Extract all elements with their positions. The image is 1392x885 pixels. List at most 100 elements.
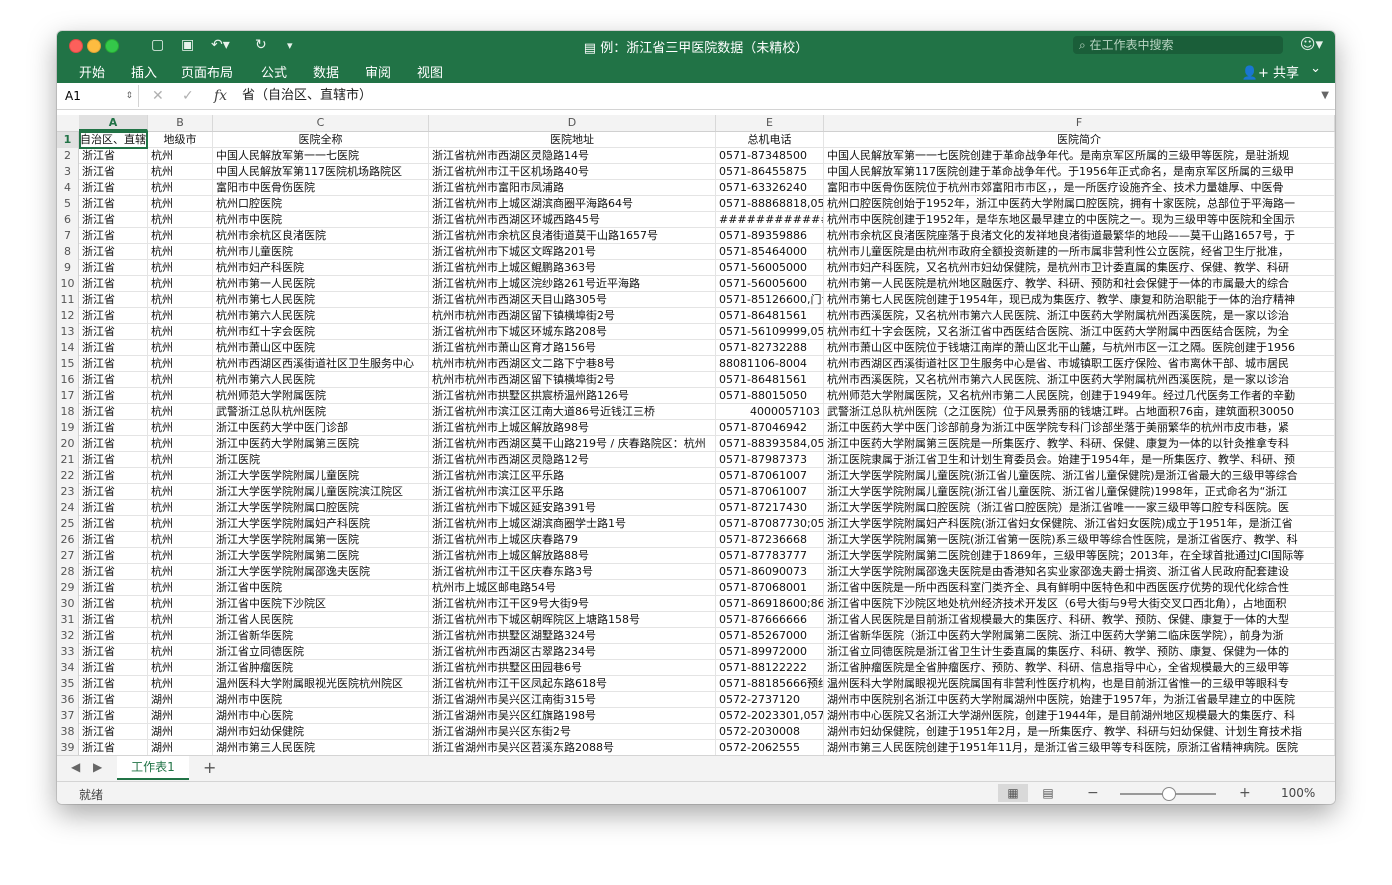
row-number[interactable]: 7 (57, 228, 79, 244)
table-cell[interactable]: 杭州 (148, 388, 213, 403)
table-cell[interactable]: 浙江省 (79, 628, 148, 643)
table-cell[interactable]: 杭州市第六人民医院 (213, 308, 429, 323)
table-cell[interactable]: 杭州市杭州市西湖区文二路下宁巷8号 (429, 356, 716, 371)
row-number[interactable]: 11 (57, 292, 79, 308)
table-cell[interactable]: 0571-87068001 (716, 580, 824, 595)
normal-view-icon[interactable]: ▦ (998, 784, 1028, 802)
table-cell[interactable]: 浙江省湖州市吴兴区江南街315号 (429, 692, 716, 707)
row-number[interactable]: 16 (57, 372, 79, 388)
table-cell[interactable]: 0571-87217430 (716, 500, 824, 515)
table-cell[interactable]: 杭州 (148, 420, 213, 435)
table-cell[interactable]: 杭州市萧山区中医院位于钱塘江南岸的萧山区北干山麓，与杭州市区一江之隔。医院创建于… (824, 340, 1335, 355)
table-cell[interactable]: 湖州市妇幼保健院 (213, 724, 429, 739)
table-cell[interactable]: 温州医科大学附属眼视光医院属国有非营利性医疗机构，也是目前浙江省惟一的三级甲等眼… (824, 676, 1335, 691)
table-cell[interactable]: 浙江省 (79, 548, 148, 563)
table-cell[interactable]: 杭州 (148, 532, 213, 547)
table-cell[interactable]: 浙江省杭州市拱墅区拱宸桥温州路126号 (429, 388, 716, 403)
name-box[interactable]: A1 ⇕ (57, 85, 139, 107)
table-cell[interactable]: 湖州市妇幼保健院，创建于1951年2月，是一所集医疗、教学、科研与妇幼保健、计划… (824, 724, 1335, 739)
row-number[interactable]: 20 (57, 436, 79, 452)
table-cell[interactable]: 0571-89972000 (716, 644, 824, 659)
row-number[interactable]: 33 (57, 644, 79, 660)
table-cell[interactable]: 0571-88868818,057 (716, 196, 824, 211)
table-cell[interactable]: 杭州市西溪医院，又名杭州市第六人民医院、浙江中医药大学附属杭州西溪医院，是一家以… (824, 372, 1335, 387)
table-cell[interactable]: 浙江省 (79, 164, 148, 179)
row-number[interactable]: 1 (57, 132, 79, 148)
zoom-out-icon[interactable]: − (1087, 785, 1099, 801)
table-cell[interactable]: 浙江省杭州市滨江区江南大道86号近钱江三桥 (429, 404, 716, 419)
share-button[interactable]: 👤+ 共享 (1242, 62, 1299, 81)
table-cell[interactable]: 杭州师范大学附属医院，又名杭州市第二人民医院，创建于1949年。经过几代医务工作… (824, 388, 1335, 403)
zoom-slider-thumb[interactable] (1162, 787, 1176, 801)
table-cell[interactable]: 浙江省 (79, 708, 148, 723)
table-cell[interactable]: 浙江大学医学院附属口腔医院 (213, 500, 429, 515)
table-cell[interactable]: 浙江省杭州市萧山区育才路156号 (429, 340, 716, 355)
table-cell[interactable]: 浙江省 (79, 612, 148, 627)
table-cell[interactable]: 湖州市中医院别名浙江中医药大学附属湖州中医院，始建于1957年，为浙江省最早建立… (824, 692, 1335, 707)
table-cell[interactable]: 浙江省 (79, 500, 148, 515)
row-number[interactable]: 19 (57, 420, 79, 436)
table-cell[interactable]: 88081106-8004 (716, 356, 824, 371)
table-cell[interactable]: 浙江中医药大学中医门诊部 (213, 420, 429, 435)
table-cell[interactable]: 浙江省 (79, 308, 148, 323)
row-number[interactable]: 4 (57, 180, 79, 196)
tab-page-layout[interactable]: 页面布局 (181, 62, 233, 81)
table-cell[interactable]: 富阳市中医骨伤医院 (213, 180, 429, 195)
table-cell[interactable]: 浙江省 (79, 660, 148, 675)
table-cell[interactable]: 浙江省 (79, 596, 148, 611)
table-cell[interactable]: 浙江大学医学院附属第二医院 (213, 548, 429, 563)
row-number[interactable]: 38 (57, 724, 79, 740)
table-cell[interactable]: 0571-86455875 (716, 164, 824, 179)
table-cell[interactable]: 武警浙江总队杭州医院 (213, 404, 429, 419)
table-cell[interactable]: 武警浙江总队杭州医院（之江医院）位于风景秀丽的钱塘江畔。占地面积76亩，建筑面积… (824, 404, 1335, 419)
row-number[interactable]: 24 (57, 500, 79, 516)
table-cell[interactable]: 浙江省 (79, 484, 148, 499)
table-cell[interactable]: 杭州 (148, 164, 213, 179)
table-cell[interactable]: 浙江省杭州市滨江区平乐路 (429, 468, 716, 483)
previous-sheet-icon[interactable]: ◀ (71, 760, 80, 774)
table-cell[interactable]: 浙江省人民医院 (213, 612, 429, 627)
table-cell[interactable]: 杭州 (148, 228, 213, 243)
table-cell[interactable]: 温州医科大学附属眼视光医院杭州院区 (213, 676, 429, 691)
table-cell[interactable]: 杭州 (148, 644, 213, 659)
table-cell[interactable]: 0571-87061007 (716, 484, 824, 499)
table-cell[interactable]: 浙江省 (79, 468, 148, 483)
row-number[interactable]: 21 (57, 452, 79, 468)
table-cell[interactable]: 浙江省 (79, 452, 148, 467)
table-cell[interactable]: 杭州 (148, 372, 213, 387)
table-cell[interactable]: 杭州 (148, 548, 213, 563)
table-cell[interactable]: 浙江省 (79, 340, 148, 355)
table-cell[interactable]: 浙江省杭州市余杭区良渚街道莫干山路1657号 (429, 228, 716, 243)
table-cell[interactable]: 杭州口腔医院创始于1952年，浙江中医药大学附属口腔医院，拥有十家医院，总部位于… (824, 196, 1335, 211)
table-cell[interactable]: 杭州市妇产科医院，又名杭州市妇幼保健院，是杭州市卫计委直属的集医疗、保健、教学、… (824, 260, 1335, 275)
table-cell[interactable]: 浙江省杭州市西湖区环城西路45号 (429, 212, 716, 227)
tab-formulas[interactable]: 公式 (261, 62, 287, 81)
table-cell[interactable]: 4000057103 (716, 404, 824, 419)
collapse-ribbon-chevron-icon[interactable]: ⌄ (1310, 61, 1321, 76)
table-cell[interactable]: 杭州 (148, 452, 213, 467)
table-cell[interactable]: 浙江省杭州市富阳市凤浦路 (429, 180, 716, 195)
table-cell[interactable]: 0571-88122222 (716, 660, 824, 675)
table-cell[interactable]: 杭州市余杭区良渚医院 (213, 228, 429, 243)
table-cell[interactable]: 浙江省 (79, 388, 148, 403)
table-cell[interactable]: 浙江省杭州市上城区鲲鹏路363号 (429, 260, 716, 275)
row-number[interactable]: 37 (57, 708, 79, 724)
table-cell[interactable]: 浙江省新华医院（浙江中医药大学附属第二医院、浙江中医药大学第二临床医学院），前身… (824, 628, 1335, 643)
table-cell[interactable]: 浙江省 (79, 516, 148, 531)
table-cell[interactable]: 浙江省 (79, 228, 148, 243)
table-cell[interactable]: 湖州市中心医院又名浙江大学湖州医院，创建于1944年，是目前湖州地区规模最大的集… (824, 708, 1335, 723)
formula-content[interactable]: 省（自治区、直辖市） (242, 85, 372, 107)
row-number[interactable]: 35 (57, 676, 79, 692)
table-cell[interactable]: 湖州市中心医院 (213, 708, 429, 723)
table-cell[interactable]: 0571-88185666预约 (716, 676, 824, 691)
table-cell[interactable]: 浙江大学医学院附属第一医院(浙江省第一医院)系三级甲等综合性医院，是浙江省医疗、… (824, 532, 1335, 547)
table-cell[interactable]: 0571-86918600;869 (716, 596, 824, 611)
table-cell[interactable]: 杭州市中医院 (213, 212, 429, 227)
table-cell[interactable]: 中国人民解放军第一一七医院创建于革命战争年代。是南京军区所属的三级甲等医院，是驻… (824, 148, 1335, 163)
table-cell[interactable]: 浙江省肿瘤医院 (213, 660, 429, 675)
table-cell[interactable]: 0572-2062555 (716, 740, 824, 755)
table-cell[interactable]: 杭州市儿童医院是由杭州市政府全额投资新建的一所市属非营利性公立医院，经省卫生厅批… (824, 244, 1335, 259)
table-cell[interactable]: 浙江大学医学院附属第二医院创建于1869年，三级甲等医院；2013年，在全球首批… (824, 548, 1335, 563)
select-all-corner[interactable] (57, 115, 80, 131)
tab-data[interactable]: 数据 (313, 62, 339, 81)
